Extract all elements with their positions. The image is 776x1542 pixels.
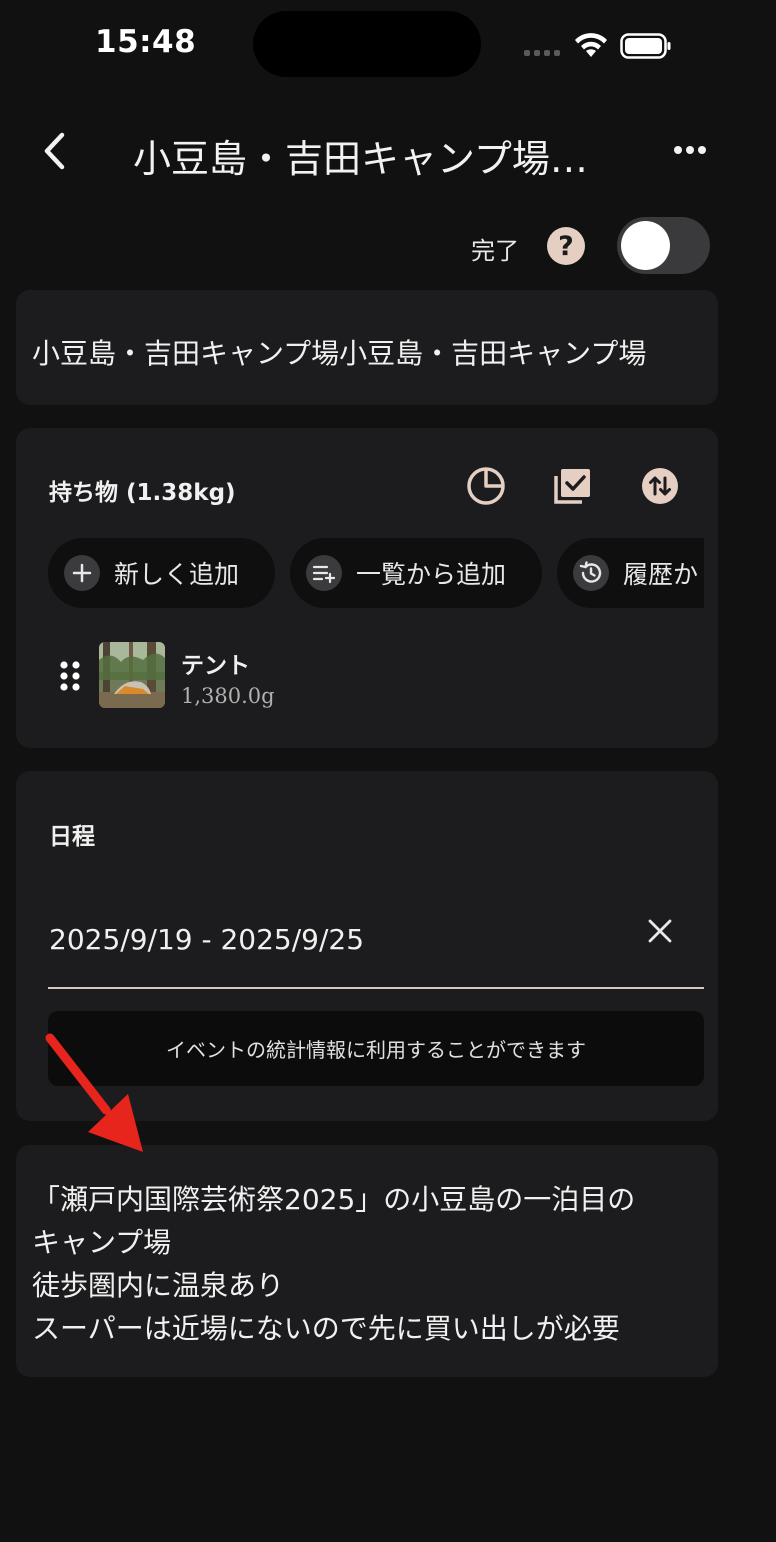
toggle-knob bbox=[621, 221, 670, 270]
screen: 15:48 小豆島・吉田キャンプ場… 完了 ? 小豆島・吉田キャンプ場小豆島・吉… bbox=[0, 0, 776, 1542]
memo-line: キャンプ場 bbox=[32, 1226, 172, 1259]
event-name-card[interactable]: 小豆島・吉田キャンプ場小豆島・吉田キャンプ場 bbox=[16, 290, 718, 405]
annotation-arrow-icon bbox=[45, 1033, 143, 1152]
status-time: 15:48 bbox=[95, 24, 197, 60]
back-button[interactable] bbox=[34, 126, 74, 176]
sort-icon bbox=[642, 468, 678, 504]
memo-card[interactable]: 「瀬戸内国際芸術祭2025」の小豆島の一泊目の キャンプ場 徒歩圏内に温泉あり … bbox=[16, 1145, 718, 1377]
items-title: 持ち物 (1.38kg) bbox=[49, 480, 236, 506]
close-icon bbox=[648, 919, 672, 943]
wifi-icon bbox=[575, 33, 607, 57]
clear-date-button[interactable] bbox=[640, 911, 680, 951]
drag-handle-icon[interactable] bbox=[56, 660, 84, 692]
add-from-history-label: 履歴か bbox=[623, 560, 699, 589]
add-actions-row: 新しく追加 一覧から追加 履歴か bbox=[48, 538, 704, 608]
plus-icon bbox=[64, 555, 100, 591]
memo-line: 徒歩圏内に温泉あり bbox=[32, 1269, 285, 1302]
stats-button[interactable] bbox=[464, 464, 508, 508]
done-label: 完了 bbox=[471, 237, 519, 265]
gear-thumbnail bbox=[99, 642, 165, 708]
schedule-title: 日程 bbox=[49, 824, 95, 850]
checklist-icon bbox=[554, 469, 590, 504]
dynamic-island bbox=[253, 11, 481, 77]
done-toggle[interactable] bbox=[617, 217, 710, 274]
gear-name: テント bbox=[181, 653, 250, 679]
gear-item[interactable]: テント 1,380.0g bbox=[56, 642, 656, 708]
help-icon[interactable]: ? bbox=[547, 227, 585, 265]
history-icon bbox=[573, 555, 609, 591]
page-title: 小豆島・吉田キャンプ場… bbox=[133, 137, 588, 181]
pie-chart-icon bbox=[467, 467, 505, 505]
add-from-list-button[interactable]: 一覧から追加 bbox=[290, 538, 542, 608]
list-add-icon bbox=[306, 555, 342, 591]
memo-line: スーパーは近場にないので先に買い出しが必要 bbox=[32, 1312, 620, 1345]
memo-line: 「瀬戸内国際芸術祭2025」の小豆島の一泊目の bbox=[32, 1183, 636, 1216]
items-card: 持ち物 (1.38kg) 新しく追加 一覧から追加 履歴か テント 1,380.… bbox=[16, 428, 718, 748]
more-options-button[interactable] bbox=[668, 130, 712, 170]
gear-weight: 1,380.0g bbox=[181, 684, 275, 708]
add-new-label: 新しく追加 bbox=[114, 560, 240, 589]
sort-button[interactable] bbox=[638, 464, 682, 508]
date-range-field[interactable]: 2025/9/19 - 2025/9/25 bbox=[49, 923, 364, 956]
check-all-button[interactable] bbox=[550, 464, 594, 508]
add-from-list-label: 一覧から追加 bbox=[356, 560, 507, 589]
date-field-underline bbox=[48, 987, 704, 989]
schedule-hint-text: イベントの統計情報に利用することができます bbox=[166, 1038, 586, 1062]
add-from-history-button[interactable]: 履歴か bbox=[557, 538, 704, 608]
chevron-left-icon bbox=[44, 132, 65, 170]
battery-icon bbox=[620, 33, 671, 59]
more-horizontal-icon bbox=[674, 146, 706, 154]
event-name-field[interactable]: 小豆島・吉田キャンプ場小豆島・吉田キャンプ場 bbox=[32, 332, 646, 372]
cellular-signal-icon bbox=[524, 50, 560, 56]
add-new-button[interactable]: 新しく追加 bbox=[48, 538, 275, 608]
